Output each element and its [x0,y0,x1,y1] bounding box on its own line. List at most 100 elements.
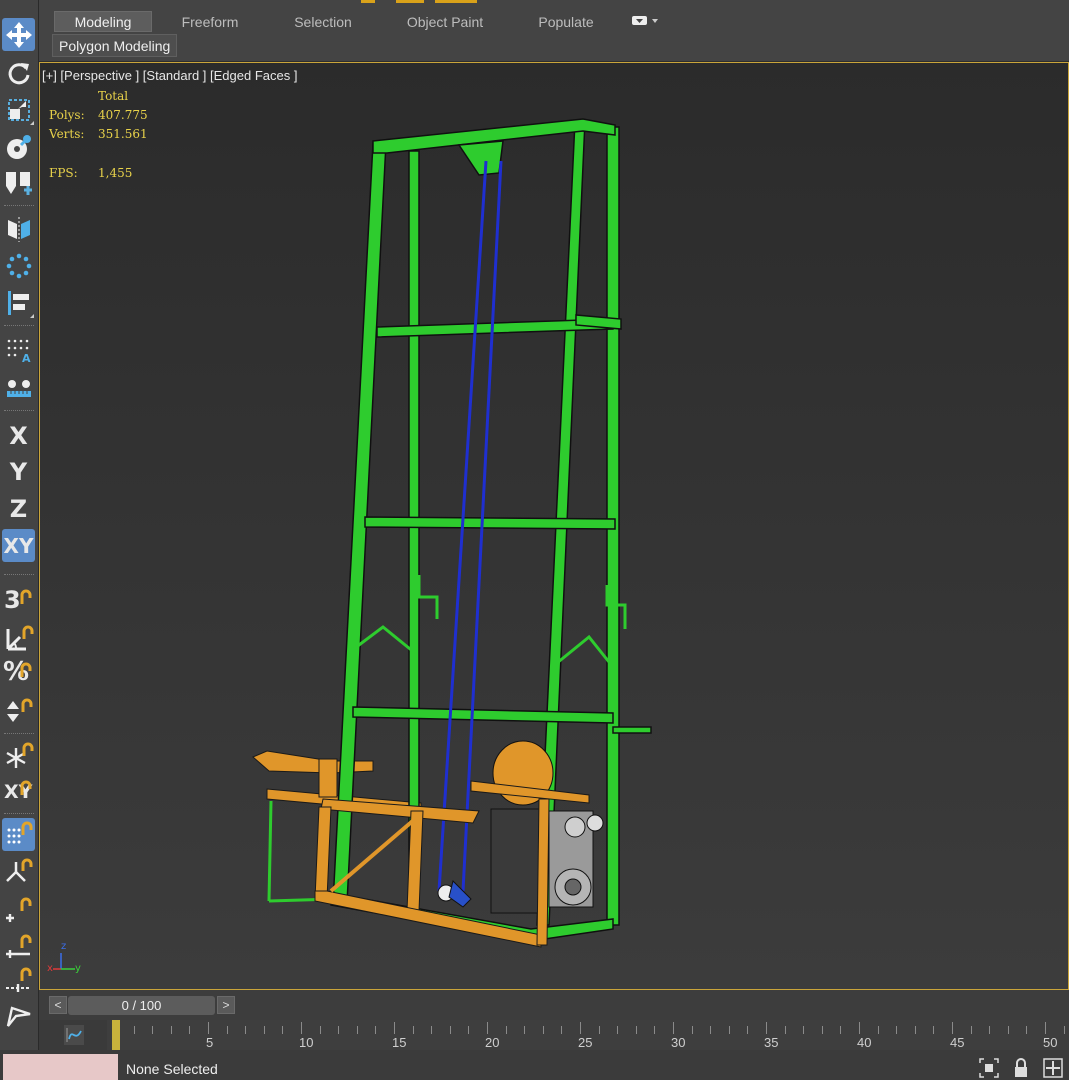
isolate-selection-icon[interactable] [978,1057,1000,1079]
tripod-z-label: z [61,941,66,952]
maxscript-listener-box[interactable] [3,1054,118,1080]
tab-modeling[interactable]: Modeling [54,11,152,32]
ruler-tick-label: 25 [578,1035,593,1050]
ruler-tick [468,1026,470,1034]
ruler-tick [747,1026,749,1034]
ruler-tick [561,1026,563,1034]
tab-object-paint[interactable]: Object Paint [394,11,496,32]
stats-verts-label: Verts: [49,127,85,141]
polygon-modeling-panel-tab[interactable]: Polygon Modeling [52,34,178,57]
vertex-snap-toggle[interactable] [2,892,35,925]
ruler-tick [598,1026,600,1034]
array-icon[interactable] [2,249,35,282]
spinner-snap-toggle[interactable] [2,694,35,727]
ruler-tick [840,1026,842,1034]
tower-lift-model[interactable]: z x y [40,63,1069,990]
ruler-tick [766,1022,767,1034]
ruler-tick [784,1026,786,1034]
angle-snap-toggle[interactable] [2,621,35,654]
absolute-mode-transform-icon[interactable] [1042,1057,1064,1079]
select-and-link-icon[interactable] [2,166,35,199]
midpoint-snap-toggle[interactable] [2,962,35,995]
freeze-snap-toggle[interactable] [2,740,35,773]
ribbon-panel-bar: Polygon Modeling [39,34,1069,62]
ruler-tick [989,1026,991,1034]
ruler-tick [133,1026,135,1034]
mirror-icon[interactable] [2,212,35,245]
magnet-icon [20,780,32,795]
viewport-label-menu[interactable]: [+] [Perspective ] [Standard ] [Edged Fa… [42,68,297,83]
stats-fps-label: FPS: [49,166,78,180]
ruler-tick [505,1026,507,1034]
ruler-tick-label: 5 [206,1035,214,1050]
time-slider: < 0 / 100 > [39,990,1069,1020]
prev-frame-button[interactable]: < [49,996,67,1014]
lock-selection-icon[interactable] [1010,1057,1032,1079]
track-bar: 05101520253035404550 [39,1020,1069,1050]
ruler-tick [1007,1026,1009,1034]
stats-verts-value: 351.561 [98,127,148,141]
scale-icon[interactable] [2,93,35,126]
frame-ruler[interactable]: 05101520253035404550 [107,1020,1069,1050]
axis-xy-button[interactable]: XY [2,529,35,562]
snap-to-grid-toggle[interactable] [2,818,35,851]
ruler-tick-label: 10 [299,1035,314,1050]
axis-constraint-snap-toggle[interactable]: XY [2,776,35,809]
ruler-tick [152,1026,154,1034]
ruler-tick [170,1026,172,1034]
axis-x-button[interactable]: X [2,419,35,452]
ruler-tick [914,1026,916,1034]
time-slider-handle[interactable]: 0 / 100 [68,996,215,1015]
ruler-tick [431,1026,433,1034]
stats-fps-value: 1,455 [98,166,133,180]
ribbon-tab-bar: Modeling Freeform Selection Object Paint… [39,0,1069,34]
tripod-x-label: x [47,963,53,974]
curve-editor-icon[interactable] [64,1025,84,1045]
perspective-viewport[interactable]: z x y [+] [Perspective ] [Standard ] [Ed… [39,62,1069,990]
ruler-tick-label: 15 [392,1035,407,1050]
pivot-snap-toggle[interactable] [2,856,35,889]
stats-polys-label: Polys: [49,108,85,122]
ruler-tick [301,1022,302,1034]
main-toolbar: A X Y Z XY 3 % XY [0,0,39,1050]
ruler-tick [617,1026,619,1034]
ruler-tick-label: 45 [950,1035,965,1050]
next-frame-button[interactable]: > [217,996,235,1014]
ruler-tick [896,1026,898,1034]
snap-3d-toggle[interactable]: 3 [2,585,35,618]
ruler-tick [226,1026,228,1034]
ruler-tick [208,1022,209,1034]
magnet-icon [20,662,32,677]
percent-snap-toggle[interactable]: % [2,657,35,691]
spacing-tool-icon[interactable]: A [2,333,35,366]
rotate-icon[interactable] [2,56,35,89]
axis-y-button[interactable]: Y [2,455,35,488]
ruler-tick [933,1026,935,1034]
move-icon[interactable] [2,18,35,51]
ruler-tick [877,1026,879,1034]
ruler-tick [487,1022,488,1034]
align-icon[interactable] [2,286,35,319]
axis-z-button[interactable]: Z [2,492,35,525]
status-bar: None Selected [0,1050,1069,1080]
ruler-tick-label: 50 [1043,1035,1058,1050]
stats-polys-value: 407.775 [98,108,148,122]
tab-freeform[interactable]: Freeform [166,11,254,32]
ruler-tick [635,1026,637,1034]
ruler-tick [673,1022,674,1034]
ribbon-options-dropdown-icon[interactable] [632,14,662,33]
ruler-tick [952,1022,953,1034]
select-region-icon[interactable] [2,1000,35,1033]
placement-icon[interactable] [2,130,35,163]
current-frame-marker[interactable] [112,1020,120,1050]
tripod-y-label: y [75,963,81,974]
tab-populate[interactable]: Populate [524,11,608,32]
ruler-tick [282,1026,284,1034]
selection-status: None Selected [126,1061,218,1077]
tab-selection[interactable]: Selection [279,11,367,32]
ruler-tick [375,1026,377,1034]
measure-icon[interactable] [2,371,35,404]
ruler-tick [710,1026,712,1034]
edge-snap-toggle[interactable] [2,928,35,961]
svg-text:A: A [22,352,31,364]
